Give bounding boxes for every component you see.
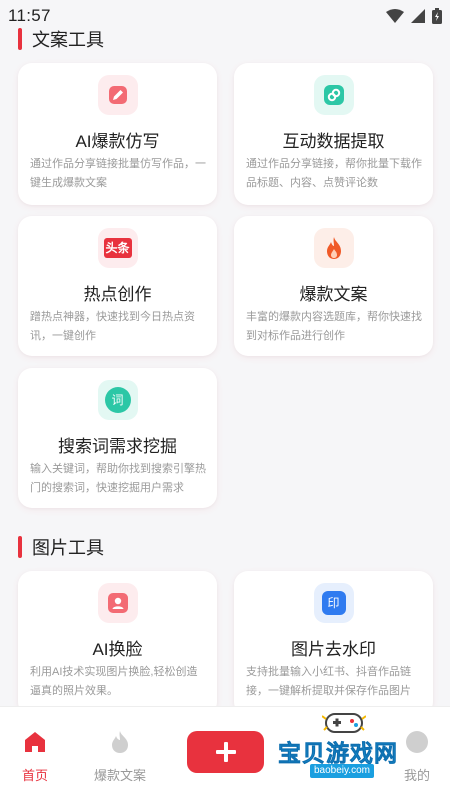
watermark-url: baobeiy.com (310, 764, 374, 778)
section-title: 图片工具 (32, 538, 104, 558)
watermark-overlay: 宝贝游戏网 baobeiy.com (272, 706, 442, 786)
nav-label: 首页 (21, 768, 48, 783)
card-desc: 通过作品分享链接批量仿写作品，一键生成爆款文案 (30, 158, 206, 189)
card-desc: 通过作品分享链接，帮你批量下载作品标题、内容、点赞评论数 (246, 158, 422, 189)
pencil-icon (97, 75, 138, 115)
section-header-copy-tools: 文案工具 (18, 26, 104, 52)
card-desc: 输入关键词，帮助你找到搜索引擎热门的搜索词，快速挖掘用户需求 (30, 463, 206, 494)
battery-icon (432, 8, 442, 24)
search-word-icon: 词 (97, 380, 138, 420)
card-title: 热点创作 (83, 285, 152, 304)
section-accent-bar (18, 536, 22, 558)
link-icon (313, 75, 354, 115)
search-word-icon-label: 词 (104, 387, 131, 413)
nav-item-home[interactable]: 首页 (0, 707, 80, 800)
status-icons (386, 8, 442, 24)
toutiao-icon-label: 头条 (103, 238, 132, 258)
nav-label: 爆款文案 (93, 768, 146, 783)
card-ai-faceswap[interactable]: AI换脸 利用AI技术实现图片换脸,轻松创造逼真的照片效果。 (18, 571, 217, 716)
signal-icon (411, 9, 425, 23)
card-desc: 蹭热点神器，快速找到今日热点资讯，一键创作 (30, 311, 195, 342)
section-header-image-tools: 图片工具 (18, 534, 104, 560)
toutiao-icon: 头条 (97, 228, 138, 268)
card-title: 爆款文案 (299, 285, 368, 304)
card-title: AI爆款仿写 (75, 132, 160, 151)
card-ai-imitate[interactable]: AI爆款仿写 通过作品分享链接批量仿写作品，一键生成爆款文案 (18, 63, 217, 205)
section-accent-bar (18, 28, 22, 50)
status-time: 11:57 (8, 6, 51, 25)
watermark-text: 宝贝游戏网 (278, 740, 398, 767)
face-scan-icon (97, 583, 138, 623)
card-hot-copy[interactable]: 爆款文案 丰富的爆款内容选题库，帮你快速找到对标作品进行创作 (234, 216, 433, 356)
gamepad-icon (322, 713, 366, 733)
stamp-icon-label: 印 (321, 591, 346, 615)
card-keyword-mining[interactable]: 词 搜索词需求挖掘 输入关键词，帮助你找到搜索引擎热门的搜索词，快速挖掘用户需求 (18, 368, 217, 508)
add-button[interactable] (187, 731, 264, 773)
card-watermark-remove[interactable]: 印 图片去水印 支持批量输入小红书、抖音作品链接，一键解析提取并保存作品图片 (234, 571, 433, 716)
card-title: 互动数据提取 (282, 132, 385, 151)
card-title: 图片去水印 (291, 640, 376, 659)
section-title: 文案工具 (32, 30, 104, 50)
card-desc: 支持批量输入小红书、抖音作品链接，一键解析提取并保存作品图片 (246, 666, 411, 697)
wifi-icon (386, 9, 404, 23)
plus-icon (215, 742, 236, 762)
fire-icon (313, 228, 354, 268)
card-desc: 丰富的爆款内容选题库，帮你快速找到对标作品进行创作 (246, 311, 422, 342)
fire-icon (112, 731, 128, 753)
home-icon (25, 732, 45, 752)
stamp-icon: 印 (313, 583, 354, 623)
card-title: 搜索词需求挖掘 (58, 437, 177, 456)
card-title: AI换脸 (92, 640, 143, 659)
card-data-extract[interactable]: 互动数据提取 通过作品分享链接，帮你批量下载作品标题、内容、点赞评论数 (234, 63, 433, 205)
nav-item-hot-copy[interactable]: 爆款文案 (75, 707, 165, 800)
card-desc: 利用AI技术实现图片换脸,轻松创造逼真的照片效果。 (30, 666, 198, 697)
card-hot-create[interactable]: 头条 热点创作 蹭热点神器，快速找到今日热点资讯，一键创作 (18, 216, 217, 356)
